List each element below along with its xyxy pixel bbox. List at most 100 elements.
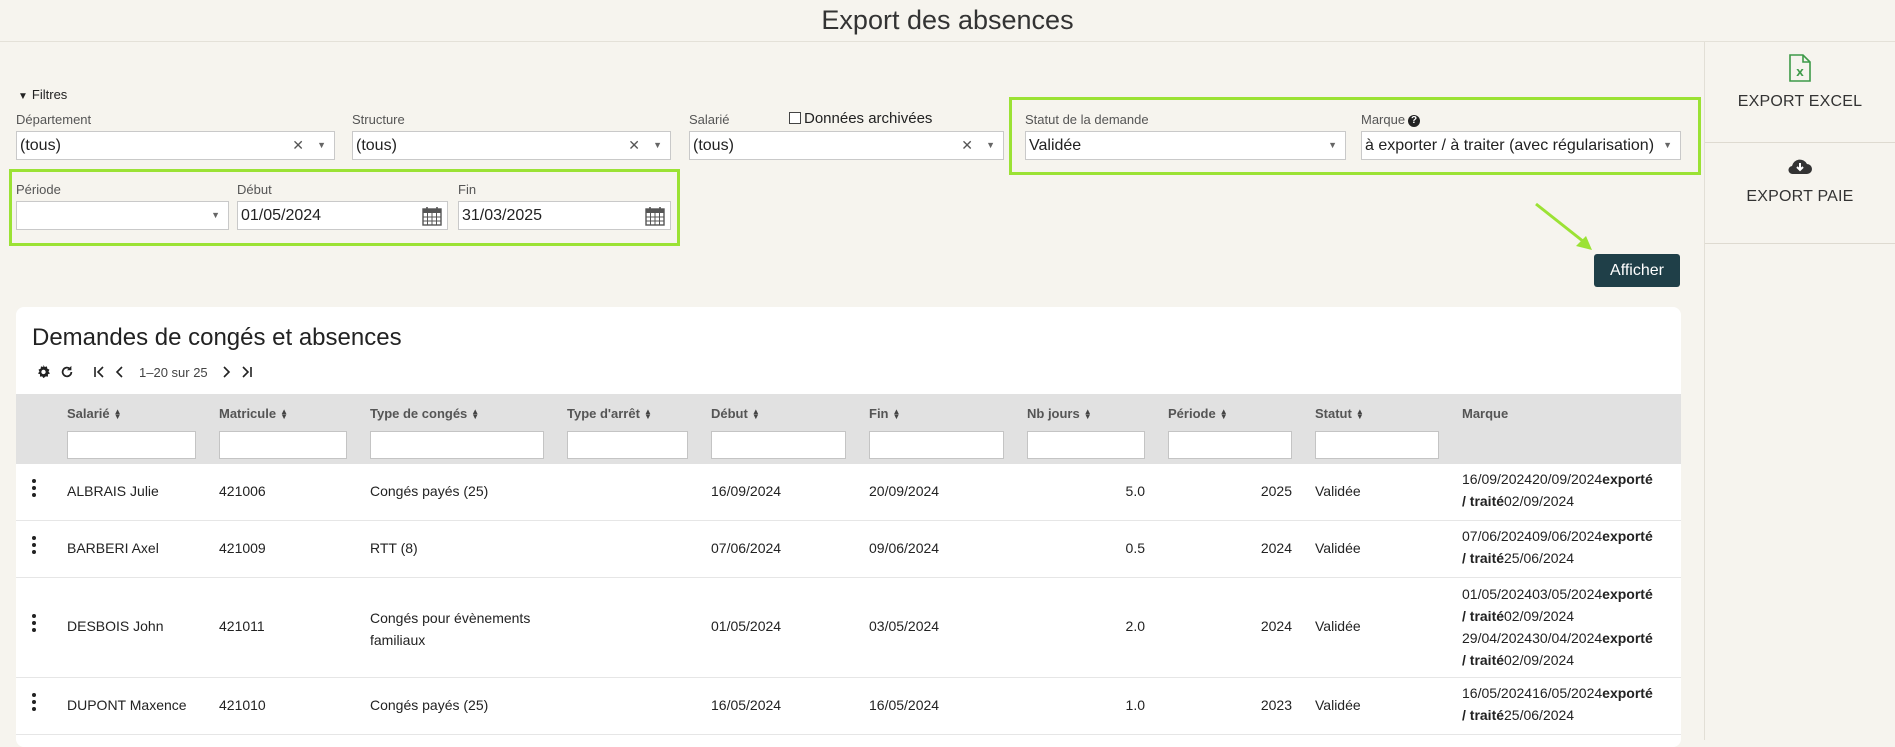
table-row[interactable]: ALBRAIS Julie 421006 Congés payés (25) 1…	[16, 464, 1681, 521]
first-page-icon[interactable]	[93, 366, 105, 378]
marque-date: 20/09/2024	[1532, 471, 1603, 487]
filter-input-fin[interactable]	[869, 431, 1004, 459]
sort-icon[interactable]: ▲ ▼	[644, 408, 652, 421]
cell-marque: 16/09/202420/09/2024exporté / traité02/0…	[1462, 468, 1653, 512]
sort-icon[interactable]: ▲ ▼	[1084, 408, 1092, 421]
departement-value: (tous)	[20, 137, 61, 154]
clear-icon[interactable]: ✕	[961, 132, 973, 159]
cell-salarie: DESBOIS John	[67, 618, 164, 634]
calendar-icon[interactable]	[422, 206, 442, 226]
cell-fin: 03/05/2024	[869, 618, 940, 634]
column-label: Matricule	[219, 406, 277, 421]
marque-status: exporté	[1602, 685, 1653, 701]
marque-date: 25/06/2024	[1504, 550, 1575, 566]
gear-icon[interactable]	[36, 364, 51, 380]
column-header-periode[interactable]: Période ▲ ▼	[1168, 406, 1228, 421]
column-header-nb-jours[interactable]: Nb jours ▲ ▼	[1027, 406, 1092, 421]
export-paie-button[interactable]: EXPORT PAIE	[1705, 143, 1895, 244]
sort-icon[interactable]: ▲ ▼	[1356, 408, 1364, 421]
cell-statut: Validée	[1315, 540, 1361, 556]
afficher-button[interactable]: Afficher	[1594, 254, 1680, 287]
cell-debut: 16/05/2024	[711, 697, 782, 713]
table-toolbar: 1–20 sur 25	[36, 363, 262, 381]
dropdown-arrow-icon[interactable]: ▼	[653, 132, 662, 159]
filter-input-type-conges[interactable]	[370, 431, 544, 459]
filter-input-nb-jours[interactable]	[1027, 431, 1145, 459]
previous-page-icon[interactable]	[114, 366, 124, 378]
refresh-icon[interactable]	[60, 365, 74, 379]
column-label: Début	[711, 406, 748, 421]
sort-icon[interactable]: ▲ ▼	[471, 408, 479, 421]
salarie-label: Salarié	[689, 112, 730, 127]
calendar-icon[interactable]	[645, 206, 665, 226]
statut-value: Validée	[1029, 137, 1082, 154]
last-page-icon[interactable]	[241, 366, 253, 378]
column-header-debut[interactable]: Début ▲ ▼	[711, 406, 760, 421]
dropdown-arrow-icon[interactable]: ▼	[986, 132, 995, 159]
filter-input-type-arret[interactable]	[567, 431, 688, 459]
column-header-type-arret[interactable]: Type d'arrêt ▲ ▼	[567, 406, 652, 421]
column-header-matricule[interactable]: Matricule ▲ ▼	[219, 406, 288, 421]
column-header-statut[interactable]: Statut ▲ ▼	[1315, 406, 1364, 421]
structure-select[interactable]: (tous) ✕ ▼	[352, 131, 671, 160]
marque-select[interactable]: à exporter / à traiter (avec régularisat…	[1361, 131, 1681, 160]
marque-label-text: Marque	[1361, 112, 1406, 127]
filter-input-matricule[interactable]	[219, 431, 347, 459]
cell-type-conges: Congés pour évènements familiaux	[370, 607, 530, 651]
fin-date-input[interactable]: 31/03/2025	[458, 201, 671, 230]
sort-icon[interactable]: ▲ ▼	[114, 408, 122, 421]
sort-icon[interactable]: ▲ ▼	[280, 408, 288, 421]
marque-date: 16/05/2024	[1462, 685, 1533, 701]
filter-input-periode[interactable]	[1168, 431, 1292, 459]
departement-select[interactable]: (tous) ✕ ▼	[16, 131, 335, 160]
row-menu-icon[interactable]	[32, 614, 36, 635]
marque-value: à exporter / à traiter (avec régularisat…	[1365, 137, 1655, 154]
marque-status: / traité	[1462, 493, 1505, 509]
salarie-select[interactable]: (tous) ✕ ▼	[689, 131, 1004, 160]
annotation-arrow	[1535, 202, 1592, 250]
clear-icon[interactable]: ✕	[628, 132, 640, 159]
column-label: Fin	[869, 406, 889, 421]
cell-nb-jours: 1.0	[1125, 697, 1145, 713]
sort-icon[interactable]: ▲ ▼	[1220, 408, 1228, 421]
table-row[interactable]: DUPONT Maxence 421010 Congés payés (25) …	[16, 678, 1681, 735]
filter-input-statut[interactable]	[1315, 431, 1439, 459]
dropdown-arrow-icon[interactable]: ▼	[1328, 132, 1337, 159]
table-row[interactable]: DESBOIS John 421011 Congés pour évènemen…	[16, 578, 1681, 678]
row-menu-icon[interactable]	[32, 479, 36, 500]
dropdown-arrow-icon[interactable]: ▼	[317, 132, 326, 159]
marque-status: exporté	[1602, 528, 1653, 544]
table-row[interactable]: BARBERI Axel 421009 RTT (8) 07/06/2024 0…	[16, 521, 1681, 578]
checkbox-box[interactable]	[789, 112, 801, 124]
column-header-salarie[interactable]: Salarié ▲ ▼	[67, 406, 122, 421]
cell-statut: Validée	[1315, 618, 1361, 634]
sort-icon[interactable]: ▲ ▼	[893, 408, 901, 421]
debut-date-input[interactable]: 01/05/2024	[237, 201, 448, 230]
periode-select[interactable]: ▼	[16, 201, 229, 230]
statut-select[interactable]: Validée ▼	[1025, 131, 1346, 160]
cell-periode: 2025	[1260, 483, 1292, 499]
filter-input-salarie[interactable]	[67, 431, 196, 459]
marque-date: 29/04/2024	[1462, 630, 1533, 646]
structure-label: Structure	[352, 112, 405, 127]
row-menu-icon[interactable]	[32, 536, 36, 557]
column-header-fin[interactable]: Fin ▲ ▼	[869, 406, 900, 421]
next-page-icon[interactable]	[222, 366, 232, 378]
cell-statut: Validée	[1315, 483, 1361, 499]
sort-icon[interactable]: ▲ ▼	[752, 408, 760, 421]
marque-status: / traité	[1462, 550, 1505, 566]
row-menu-icon[interactable]	[32, 693, 36, 714]
clear-icon[interactable]: ✕	[292, 132, 304, 159]
archived-checkbox[interactable]: Données archivées	[789, 110, 932, 127]
export-excel-button[interactable]: X EXPORT EXCEL	[1705, 42, 1895, 143]
filter-input-debut[interactable]	[711, 431, 846, 459]
dropdown-arrow-icon[interactable]: ▼	[211, 202, 220, 229]
dropdown-arrow-icon[interactable]: ▼	[1663, 132, 1672, 159]
marque-date: 30/04/2024	[1532, 630, 1603, 646]
filters-toggle[interactable]: ▼ Filtres	[18, 87, 67, 102]
column-header-type-conges[interactable]: Type de congés ▲ ▼	[370, 406, 479, 421]
cell-marque: 01/05/202403/05/2024exporté / traité02/0…	[1462, 583, 1653, 671]
cell-statut: Validée	[1315, 697, 1361, 713]
marque-status: / traité	[1462, 608, 1505, 624]
help-icon[interactable]: ?	[1408, 115, 1421, 127]
